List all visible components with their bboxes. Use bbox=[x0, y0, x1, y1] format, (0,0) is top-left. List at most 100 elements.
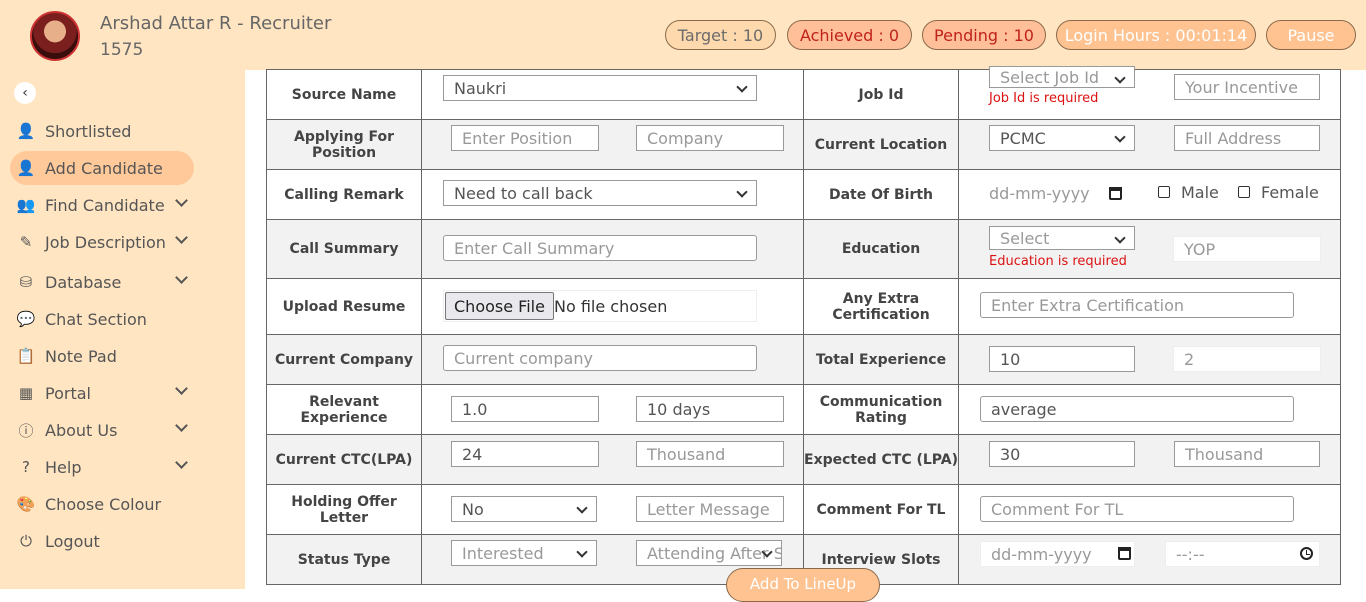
sidebar-item-job-description[interactable]: ✎ Job Description bbox=[10, 225, 194, 259]
avatar[interactable] bbox=[30, 11, 80, 61]
chevron-left-icon[interactable]: ‹ bbox=[14, 82, 36, 104]
chevron-down-icon bbox=[175, 231, 188, 244]
education-label: Education bbox=[803, 219, 959, 279]
source-name-select[interactable]: Naukri bbox=[443, 75, 757, 101]
call-summary-input[interactable]: Enter Call Summary bbox=[443, 235, 757, 261]
sidebar-item-shortlisted[interactable]: 👤 Shortlisted bbox=[10, 114, 194, 148]
clipboard-icon: 📋 bbox=[16, 347, 36, 365]
chevron-down-icon bbox=[175, 194, 188, 207]
current-company-label: Current Company bbox=[266, 334, 422, 385]
top-header: Arshad Attar R - Recruiter 1575 Target :… bbox=[0, 0, 1366, 70]
sidebar-item-find-candidate[interactable]: 👥 Find Candidate bbox=[10, 188, 194, 222]
chevron-down-icon bbox=[175, 271, 188, 284]
choose-file-button[interactable]: Choose File bbox=[445, 292, 554, 320]
certification-input[interactable]: Enter Extra Certification bbox=[980, 292, 1294, 318]
call-summary-label: Call Summary bbox=[266, 219, 422, 279]
pause-button[interactable]: Pause bbox=[1266, 20, 1356, 50]
chevron-down-icon bbox=[175, 382, 188, 395]
relevant-experience-label: Relevant Experience bbox=[266, 384, 422, 435]
target-badge: Target : 10 bbox=[665, 20, 776, 50]
holding-offer-label: Holding Offer Letter bbox=[266, 484, 422, 535]
sidebar-item-label: Choose Colour bbox=[45, 494, 162, 514]
login-hours-badge: Login Hours : 00:01:14 bbox=[1056, 20, 1256, 50]
edit-icon: ✎ bbox=[19, 233, 33, 251]
source-name-label: Source Name bbox=[266, 69, 422, 120]
user-name: Arshad Attar R - Recruiter bbox=[100, 13, 332, 34]
comment-tl-input[interactable]: Comment For TL bbox=[980, 496, 1294, 522]
calendar-icon[interactable] bbox=[1118, 547, 1131, 560]
calling-remark-select[interactable]: Need to call back bbox=[443, 180, 757, 206]
sidebar-item-label: Chat Section bbox=[45, 309, 147, 329]
male-label: Male bbox=[1181, 183, 1219, 202]
communication-input[interactable]: average bbox=[980, 396, 1294, 422]
sidebar-item-label: About Us bbox=[45, 420, 118, 440]
holding-offer-select[interactable]: No bbox=[451, 496, 597, 522]
calendar-icon[interactable] bbox=[1109, 187, 1122, 200]
full-address-input[interactable]: Full Address bbox=[1174, 125, 1320, 151]
current-ctc-input[interactable]: 24 bbox=[451, 441, 599, 467]
clock-icon[interactable] bbox=[1300, 547, 1313, 560]
interview-time-input[interactable]: --:-- bbox=[1165, 541, 1320, 567]
interview-date-input[interactable]: dd-mm-yyyy bbox=[980, 541, 1135, 567]
attending-select[interactable]: Attending After S bbox=[636, 540, 782, 566]
letter-message-input[interactable]: Letter Message bbox=[636, 496, 784, 522]
expected-ctc-label: Expected CTC (LPA) bbox=[803, 434, 959, 485]
notice-period-input[interactable]: 10 days bbox=[636, 396, 784, 422]
sidebar-item-label: Find Candidate bbox=[45, 195, 165, 215]
total-experience-months-input[interactable]: 2 bbox=[1173, 346, 1321, 372]
sidebar-item-chat-section[interactable]: 💬 Chat Section bbox=[10, 302, 194, 336]
resume-label: Upload Resume bbox=[266, 278, 422, 335]
power-icon: ⏻ bbox=[20, 532, 32, 550]
communication-label: Communication Rating bbox=[803, 384, 959, 435]
company-input[interactable]: Company bbox=[636, 125, 784, 151]
current-ctc-thousand-input[interactable]: Thousand bbox=[636, 441, 784, 467]
user-plus-icon: 👤 bbox=[16, 159, 36, 177]
job-id-error: Job Id is required bbox=[989, 91, 1099, 106]
expected-ctc-thousand-input[interactable]: Thousand bbox=[1174, 441, 1320, 467]
total-experience-years-input[interactable]: 10 bbox=[989, 346, 1135, 372]
sidebar-item-add-candidate[interactable]: 👤 Add Candidate bbox=[10, 151, 194, 185]
sidebar-item-label: Database bbox=[45, 272, 122, 292]
palette-icon: 🎨 bbox=[16, 495, 36, 513]
chevron-down-icon bbox=[175, 419, 188, 432]
female-checkbox[interactable] bbox=[1238, 186, 1250, 198]
education-error: Education is required bbox=[989, 254, 1127, 269]
position-label: Applying For Position bbox=[266, 119, 422, 170]
pending-badge: Pending : 10 bbox=[922, 20, 1046, 50]
male-checkbox[interactable] bbox=[1158, 186, 1170, 198]
sidebar-item-label: Shortlisted bbox=[45, 121, 132, 141]
chevron-down-icon bbox=[175, 456, 188, 469]
total-experience-label: Total Experience bbox=[803, 334, 959, 385]
sidebar-item-label: Add Candidate bbox=[45, 158, 163, 178]
certification-label: Any Extra Certification bbox=[803, 278, 959, 335]
current-ctc-label: Current CTC(LPA) bbox=[266, 434, 422, 485]
user-check-icon: 👤 bbox=[16, 122, 36, 140]
relevant-experience-input[interactable]: 1.0 bbox=[451, 396, 599, 422]
current-company-input[interactable]: Current company bbox=[443, 345, 757, 371]
current-location-label: Current Location bbox=[803, 119, 959, 170]
expected-ctc-input[interactable]: 30 bbox=[989, 441, 1135, 467]
sidebar-item-label: Logout bbox=[45, 531, 100, 551]
add-to-lineup-button[interactable]: Add To LineUp bbox=[726, 568, 880, 602]
main-content: Source Name Naukri Job Id Select Job Id … bbox=[245, 66, 1366, 602]
incentive-input[interactable]: Your Incentive bbox=[1174, 74, 1320, 100]
current-location-select[interactable]: PCMC bbox=[989, 125, 1135, 151]
position-input[interactable]: Enter Position bbox=[451, 125, 599, 151]
status-type-select[interactable]: Interested bbox=[451, 540, 597, 566]
sidebar-item-portal[interactable]: ▦ Portal bbox=[10, 376, 194, 410]
sidebar-item-choose-colour[interactable]: 🎨 Choose Colour bbox=[10, 487, 194, 521]
sidebar-item-note-pad[interactable]: 📋 Note Pad bbox=[10, 339, 194, 373]
education-select[interactable]: Select bbox=[989, 226, 1135, 250]
achieved-badge: Achieved : 0 bbox=[787, 20, 912, 50]
sidebar-item-logout[interactable]: ⏻ Logout bbox=[10, 524, 194, 558]
users-icon: 👥 bbox=[16, 196, 36, 214]
dob-label: Date Of Birth bbox=[803, 169, 959, 220]
sidebar-item-label: Portal bbox=[45, 383, 91, 403]
sidebar-item-help[interactable]: ? Help bbox=[10, 450, 194, 484]
calling-remark-label: Calling Remark bbox=[266, 169, 422, 220]
sidebar-item-database[interactable]: ⛁ Database bbox=[10, 265, 194, 299]
sidebar-item-about-us[interactable]: ⓘ About Us bbox=[10, 413, 194, 447]
job-id-select[interactable]: Select Job Id bbox=[989, 66, 1135, 88]
table-icon: ▦ bbox=[18, 384, 34, 402]
yop-input[interactable]: YOP bbox=[1173, 236, 1321, 262]
